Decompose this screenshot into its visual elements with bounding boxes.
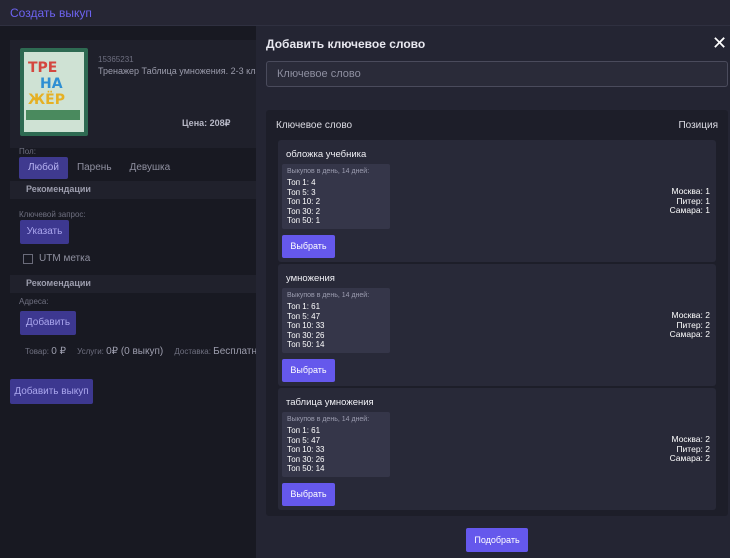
keyword-card: таблица умножения Выкупов в день, 14 дне…	[278, 388, 716, 510]
specify-button[interactable]: Указать	[20, 220, 69, 244]
buyout-stats: Выкупов в день, 14 дней: Топ 1: 61 Топ 5…	[282, 412, 390, 477]
select-button[interactable]: Выбрать	[282, 359, 335, 382]
product-name: Тренажер Таблица умножения. 2-3 класс	[98, 66, 258, 76]
keyword-name: таблица умножения	[286, 397, 374, 408]
keyword-card: умножения Выкупов в день, 14 дней: Топ 1…	[278, 264, 716, 386]
gender-option-female[interactable]: Девушка	[121, 157, 180, 179]
gender-option-any[interactable]: Любой	[19, 157, 68, 179]
keyword-name: обложка учебника	[286, 149, 367, 160]
keyword-name: умножения	[286, 273, 335, 284]
top-bar: Создать выкуп	[0, 0, 730, 26]
address-label: Адреса:	[19, 297, 49, 306]
add-address-button[interactable]: Добавить	[20, 311, 76, 335]
column-keyword: Ключевое слово	[276, 120, 353, 131]
product-price: Цена: 208₽	[182, 118, 231, 128]
keyword-card: обложка учебника Выкупов в день, 14 дней…	[278, 140, 716, 262]
add-buyout-button[interactable]: Добавить выкуп	[10, 379, 93, 404]
select-button[interactable]: Выбрать	[282, 483, 335, 506]
utm-label: UTM метка	[39, 253, 91, 264]
page-title[interactable]: Создать выкуп	[10, 6, 92, 20]
gender-label: Пол:	[19, 147, 36, 156]
city-positions: Москва: 2 Питер: 2 Самара: 2	[669, 434, 710, 463]
buyout-stats: Выкупов в день, 14 дней: Топ 1: 61 Топ 5…	[282, 288, 390, 353]
select-button[interactable]: Выбрать	[282, 235, 335, 258]
recommendations-heading-2: Рекомендации	[10, 275, 258, 293]
close-icon[interactable]: ✕	[712, 33, 727, 54]
product-article: 15365231	[98, 55, 134, 64]
keyword-input[interactable]	[266, 61, 728, 87]
gender-option-male[interactable]: Парень	[68, 157, 121, 179]
recommendations-heading-1: Рекомендации	[10, 181, 258, 199]
summary-row: Товар: 0 ₽ Услуги: 0₽ (0 выкуп) Доставка…	[25, 346, 263, 357]
column-position: Позиция	[678, 120, 718, 131]
buyout-stats: Выкупов в день, 14 дней: Топ 1: 4 Топ 5:…	[282, 164, 390, 229]
gender-selector: Любой Парень Девушка	[19, 157, 179, 179]
product-image: ТРЕ НА ЖЁР	[20, 48, 88, 136]
keyword-label: Ключевой запрос:	[19, 210, 86, 219]
city-positions: Москва: 2 Питер: 2 Самара: 2	[669, 310, 710, 339]
utm-checkbox[interactable]	[23, 254, 33, 264]
buyout-form: ТРЕ НА ЖЁР 15365231 Тренажер Таблица умн…	[0, 26, 263, 558]
submit-button[interactable]: Подобрать	[466, 528, 528, 552]
city-positions: Москва: 1 Питер: 1 Самара: 1	[669, 186, 710, 215]
keyword-list: Ключевое слово Позиция обложка учебника …	[266, 110, 728, 516]
modal-title: Добавить ключевое слово	[266, 37, 426, 51]
add-keyword-modal: Добавить ключевое слово ✕ Ключевое слово…	[256, 26, 730, 558]
